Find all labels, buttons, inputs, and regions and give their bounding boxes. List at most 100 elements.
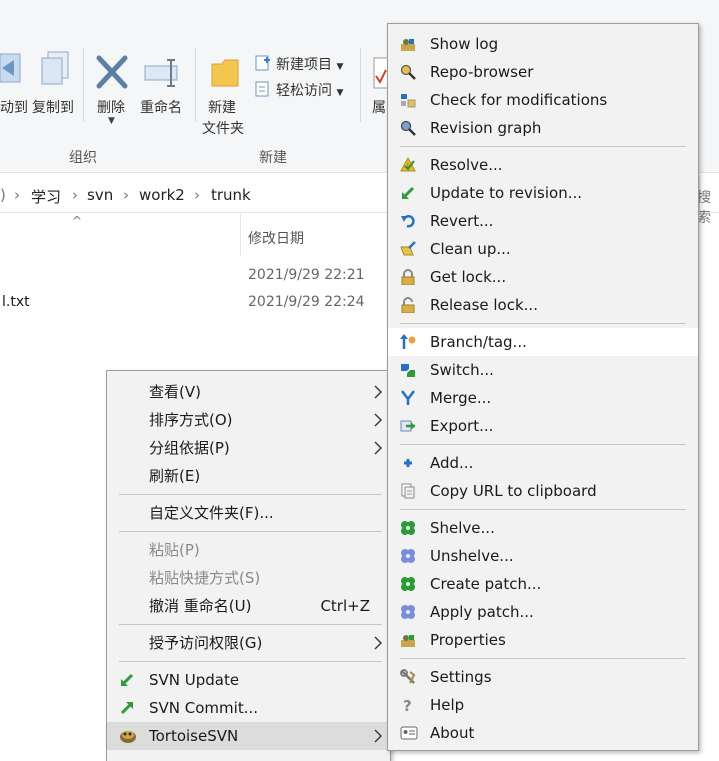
menu-item-view[interactable]: 查看(V) [107,378,390,406]
menu-item-sort-by[interactable]: 排序方式(O) [107,406,390,434]
table-row[interactable]: l.txt 2021/9/29 22:24 [0,290,380,314]
menu-item-group-by[interactable]: 分组依据(P) [107,434,390,462]
menu-item-label: SVN Commit... [149,699,258,717]
menu-item-give-access[interactable]: 授予访问权限(G) [107,629,390,657]
menu-item-unshelve[interactable]: Unshelve... [388,542,698,570]
menu-item-branch-tag[interactable]: Branch/tag... [388,328,698,356]
move-to-button[interactable]: 动到 [0,97,28,117]
menu-item-help[interactable]: ? Help [388,691,698,719]
revision-graph-icon [400,120,416,136]
menu-item-label: Revision graph [430,119,542,137]
revert-icon [401,214,415,228]
breadcrumb-item[interactable]: trunk [211,186,251,204]
menu-item-copy-url[interactable]: Copy URL to clipboard [388,477,698,505]
menu-item-refresh[interactable]: 刷新(E) [107,462,390,490]
menu-separator [400,444,686,445]
menu-item-tortoisesvn[interactable]: TortoiseSVN [107,722,390,750]
sort-ascending-icon: ^ [72,214,83,228]
new-folder-button[interactable]: 新建 [208,97,236,117]
menu-item-add[interactable]: Add... [388,449,698,477]
export-icon [400,420,415,432]
copy-to-icon [40,50,76,90]
shelve-icon [401,521,415,535]
ribbon-divider [83,48,84,122]
menu-item-properties[interactable]: Properties [388,626,698,654]
menu-item-export[interactable]: Export... [388,412,698,440]
menu-item-apply-patch[interactable]: Apply patch... [388,598,698,626]
menu-item-svn-commit[interactable]: SVN Commit... [107,694,390,722]
menu-item-label: Merge... [430,389,492,407]
repo-browser-icon [400,64,416,80]
menu-item-label: Show log [430,35,499,53]
help-icon: ? [403,697,412,713]
breadcrumb-chevron-icon: ) [0,186,6,204]
svn-commit-icon [120,702,133,715]
menu-item-about[interactable]: About [388,719,698,747]
menu-item-release-lock[interactable]: Release lock... [388,291,698,319]
search-placeholder: 搜索 [697,190,711,226]
menu-separator [119,494,382,495]
breadcrumb-item[interactable]: work2 [139,186,185,204]
menu-item-shelve[interactable]: Shelve... [388,514,698,542]
menu-item-label: 撤消 重命名(U) [149,597,252,615]
group-label-new: 新建 [259,150,287,166]
menu-item-label: Copy URL to clipboard [430,482,597,500]
svg-text:!: ! [407,162,410,170]
copy-to-button[interactable]: 复制到 [32,97,74,117]
merge-icon [401,390,415,405]
delete-icon [96,55,128,89]
menu-separator [119,531,382,532]
menu-separator [400,323,686,324]
delete-button[interactable]: 删除 [97,97,125,117]
menu-item-repo-browser[interactable]: Repo-browser [388,58,698,86]
breadcrumb-chevron-icon: › [123,186,129,204]
properties-ribbon-icon [372,56,389,90]
column-header-modified[interactable]: 修改日期 [248,228,304,248]
svg-text:?: ? [403,697,412,713]
menu-item-merge[interactable]: Merge... [388,384,698,412]
menu-item-label: 刷新(E) [149,467,201,485]
menu-item-revision-graph[interactable]: Revision graph [388,114,698,142]
easy-access-label: 轻松访问 [276,83,332,99]
breadcrumb-chevron-icon: › [14,186,20,204]
menu-item-label: Check for modifications [430,91,608,109]
branch-tag-icon [400,334,416,349]
menu-item-create-patch[interactable]: Create patch... [388,570,698,598]
breadcrumb-item[interactable]: 学习 [31,186,61,207]
menu-item-label: 授予访问权限(G) [149,634,263,652]
breadcrumb-item[interactable]: svn [87,186,113,204]
get-lock-icon [401,269,415,285]
menu-item-switch[interactable]: Switch... [388,356,698,384]
menu-item-get-lock[interactable]: Get lock... [388,263,698,291]
shell-context-menu: 查看(V) 排序方式(O) 分组依据(P) 刷新(E) 自定义文件夹(F)...… [106,370,391,761]
menu-item-update-to-revision[interactable]: Update to revision... [388,179,698,207]
menu-item-resolve[interactable]: ! Resolve... [388,151,698,179]
menu-item-check-modifications[interactable]: Check for modifications [388,86,698,114]
cleanup-icon [400,241,416,256]
ribbon-divider [360,48,361,122]
menu-item-clean-up[interactable]: Clean up... [388,235,698,263]
properties-ribbon-button[interactable]: 属 [372,97,386,117]
add-icon [404,459,412,467]
file-modified-date: 2021/9/29 22:21 [248,267,365,283]
menu-item-label: Get lock... [430,268,507,286]
menu-item-revert[interactable]: Revert... [388,207,698,235]
menu-item-settings[interactable]: Settings [388,663,698,691]
menu-item-show-log[interactable]: Show log [388,30,698,58]
menu-item-paste-shortcut[interactable]: 粘贴快捷方式(S) [107,564,390,592]
rename-button[interactable]: 重命名 [140,97,182,117]
apply-patch-icon [401,605,415,619]
delete-dropdown-icon[interactable]: ▼ [108,116,115,126]
new-item-button[interactable]: 新建项目 ▼ [276,54,343,74]
menu-separator [400,509,686,510]
unshelve-icon [401,549,415,563]
menu-item-paste[interactable]: 粘贴(P) [107,536,390,564]
table-row[interactable]: 2021/9/29 22:21 [0,263,380,287]
about-icon [400,726,418,740]
menu-item-undo-rename[interactable]: 撤消 重命名(U) Ctrl+Z [107,592,390,620]
menu-item-svn-update[interactable]: SVN Update [107,666,390,694]
submenu-arrow-icon [374,385,382,399]
menu-item-label: Shelve... [430,519,495,537]
easy-access-button[interactable]: 轻松访问 ▼ [276,80,343,100]
menu-item-customize-folder[interactable]: 自定义文件夹(F)... [107,499,390,527]
